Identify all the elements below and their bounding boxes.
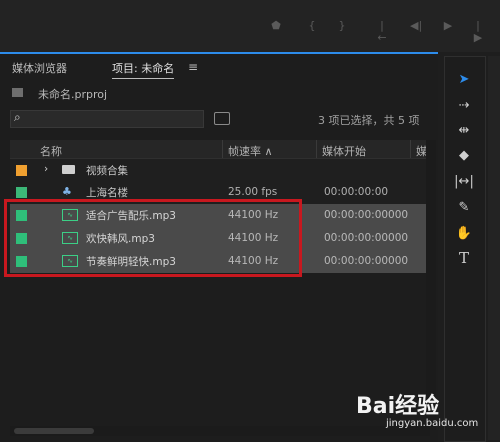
type-tool-icon[interactable]: T [452,248,476,268]
go-to-in-icon[interactable]: |← [376,20,388,44]
step-back-icon[interactable]: ◀| [410,20,422,32]
project-file-icon [12,88,23,97]
baidu-watermark: Bai经验 [356,394,440,419]
tab-media-browser[interactable]: 媒体浏览器 [12,60,67,76]
vertical-scrollbar[interactable] [426,140,436,430]
row-name: 视频合集 [86,165,128,177]
razor-tool-icon[interactable]: ◆ [452,146,476,166]
marker-icon[interactable]: ⬟ [270,20,282,32]
search-icon: ⌕ [14,110,21,124]
column-name[interactable]: 名称 [40,143,62,159]
right-panel-edge [488,56,500,440]
transport-bar [0,0,500,52]
label-color-swatch [16,187,27,198]
track-select-icon[interactable]: ⇢ [452,96,476,116]
column-media-start[interactable]: 媒体开始 [322,143,366,159]
row-media-start: 00:00:00:00000 [324,209,409,221]
ripple-edit-icon[interactable]: ⇹ [452,121,476,141]
play-icon[interactable]: ▶ [442,20,454,32]
project-file-name: 未命名.prproj [38,88,108,101]
search-input[interactable] [10,110,204,128]
row-media-start: 00:00:00:00000 [324,255,409,267]
mark-out-icon[interactable]: } [336,20,348,32]
column-frame-rate[interactable]: 帧速率 ∧ [228,143,273,159]
mark-in-icon[interactable]: { [306,20,318,32]
sequence-icon: ♣ [62,185,72,198]
hand-tool-icon[interactable]: ✋ [452,224,476,244]
selection-status: 3 项已选择，共 5 项 [318,114,420,127]
panel-menu-icon[interactable]: ≡ [188,60,198,74]
new-search-bin-icon[interactable] [214,112,230,125]
row-name: 上海名楼 [86,187,128,199]
step-forward-icon[interactable]: |▶ [472,20,484,44]
row-media-start: 00:00:00:00000 [324,232,409,244]
folder-icon [62,165,75,174]
slip-tool-icon[interactable]: |↔| [452,172,476,192]
expand-chevron-icon[interactable]: › [44,163,48,175]
tab-project[interactable]: 项目: 未命名 [112,60,175,79]
pen-tool-icon[interactable]: ✎ [452,198,476,218]
watermark-url: jingyan.baidu.com [386,418,479,429]
row-frame-rate: 25.00 fps [228,186,278,198]
row-media-start: 00:00:00:00 [324,186,389,198]
label-color-swatch [16,165,27,176]
highlight-box [4,199,302,277]
horizontal-scroll-thumb[interactable] [14,428,94,434]
selection-tool-icon[interactable]: ➤ [452,70,476,90]
